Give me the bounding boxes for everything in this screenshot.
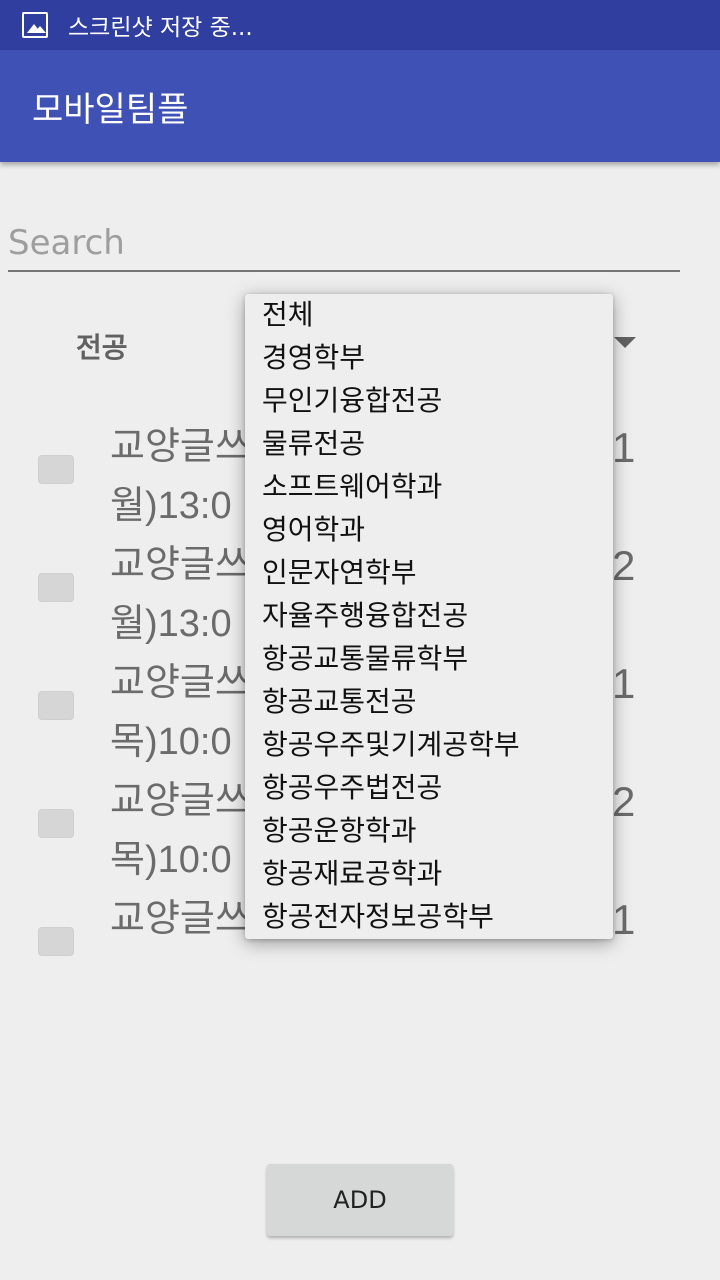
course-number: 1 [612, 424, 636, 471]
course-text: 교양글쓰 목)10:0 [110, 662, 250, 763]
course-text: 교양글쓰 목)10:0 [110, 780, 250, 881]
dropdown-option[interactable]: 항공전자정보공학부 [262, 900, 494, 934]
course-text: 교양글쓰 월)13:0 [110, 544, 250, 645]
dropdown-option[interactable]: 항공운항학과 [262, 814, 417, 848]
dropdown-option[interactable]: 소프트웨어학과 [262, 470, 442, 504]
course-checkbox[interactable] [38, 573, 74, 602]
image-icon [22, 12, 48, 38]
dropdown-option[interactable]: 인문자연학부 [262, 556, 417, 590]
dropdown-option[interactable]: 전체 [262, 298, 314, 332]
course-checkbox[interactable] [38, 809, 74, 838]
dropdown-arrow-icon[interactable] [614, 337, 636, 348]
course-number: 2 [612, 778, 636, 825]
course-checkbox[interactable] [38, 691, 74, 720]
dropdown-option[interactable]: 항공교통물류학부 [262, 642, 468, 676]
course-number: 2 [612, 542, 636, 589]
status-bar: 스크린샷 저장 중... [0, 0, 720, 50]
major-dropdown-menu[interactable]: 전체 경영학부 무인기융합전공 물류전공 소프트웨어학과 영어학과 인문자연학부… [245, 294, 613, 939]
status-text: 스크린샷 저장 중... [68, 15, 253, 41]
course-checkbox[interactable] [38, 927, 74, 956]
course-number: 1 [612, 896, 636, 943]
add-button[interactable]: ADD [267, 1164, 453, 1236]
dropdown-option[interactable]: 항공재료공학과 [262, 857, 442, 891]
dropdown-option[interactable]: 항공교통전공 [262, 685, 417, 719]
search-field[interactable] [8, 216, 680, 272]
course-checkbox[interactable] [38, 455, 74, 484]
course-text: 교양글쓰 월)13:0 [110, 426, 250, 527]
app-title: 모바일팀플 [32, 89, 189, 130]
dropdown-option[interactable]: 항공우주및기계공학부 [262, 728, 520, 762]
dropdown-option[interactable]: 무인기융합전공 [262, 384, 442, 418]
course-text: 교양글쓰 [110, 898, 250, 940]
dropdown-option[interactable]: 물류전공 [262, 427, 365, 461]
dropdown-option[interactable]: 경영학부 [262, 341, 365, 375]
major-filter-label: 전공 [76, 331, 128, 364]
search-input[interactable] [8, 216, 680, 270]
dropdown-option[interactable]: 자율주행융합전공 [262, 599, 468, 633]
course-number: 1 [612, 660, 636, 707]
app-bar: 모바일팀플 [0, 50, 720, 162]
dropdown-option[interactable]: 항공우주법전공 [262, 771, 442, 805]
dropdown-option[interactable]: 영어학과 [262, 513, 365, 547]
